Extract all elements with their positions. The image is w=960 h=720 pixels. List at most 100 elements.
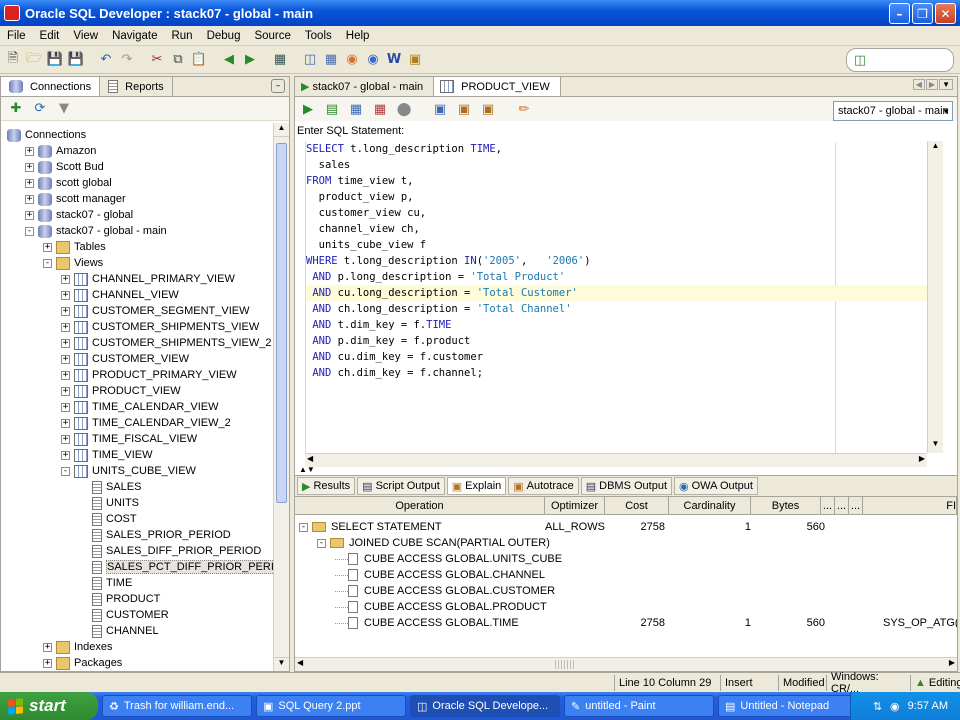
tree-node[interactable]: CUSTOMER xyxy=(79,607,169,623)
menu-file[interactable]: File xyxy=(0,30,33,42)
cancel-icon[interactable]: ⬤ xyxy=(395,100,413,118)
tree-scroll-thumb[interactable] xyxy=(276,143,287,503)
plan-row[interactable]: CUBE ACCESS GLOBAL.CHANNEL xyxy=(335,567,545,583)
taskbar-item[interactable]: ♻ Trash for william.end... xyxy=(102,695,252,717)
column-header[interactable]: Operation xyxy=(295,497,545,514)
tree-node[interactable]: PRODUCT xyxy=(79,591,160,607)
tree-node[interactable]: UNITS xyxy=(79,495,139,511)
menu-edit[interactable]: Edit xyxy=(33,30,67,42)
refresh-icon[interactable]: ⟳ xyxy=(31,100,49,118)
expand-icon[interactable]: + xyxy=(61,354,70,364)
column-header[interactable]: Bytes xyxy=(751,497,821,514)
tree-node[interactable]: + CUSTOMER_SHIPMENTS_VIEW_2 xyxy=(61,335,272,351)
menu-run[interactable]: Run xyxy=(164,30,199,42)
scroll-up-icon[interactable]: ▲ xyxy=(274,123,289,137)
commit-icon[interactable]: ▦ xyxy=(347,100,365,118)
tree-node[interactable]: + TIME_CALENDAR_VIEW xyxy=(61,399,219,415)
redo-icon[interactable]: ↷ xyxy=(118,51,136,69)
tab-product-view[interactable]: PRODUCT_VIEW xyxy=(434,77,561,96)
collapse-icon[interactable]: - xyxy=(43,258,52,268)
start-button[interactable]: start xyxy=(0,692,98,720)
tree-node[interactable]: + TIME_FISCAL_VIEW xyxy=(61,431,197,447)
expand-icon[interactable]: + xyxy=(25,210,34,220)
expand-icon[interactable]: + xyxy=(25,194,34,204)
splitter-arrows-icon[interactable]: ▲▼ xyxy=(299,465,315,474)
results-scroll-left-icon[interactable]: ◀ xyxy=(297,658,303,667)
tree-node[interactable]: + Amazon xyxy=(25,143,96,159)
report-icon[interactable]: ▣ xyxy=(406,51,424,69)
editor-hscrollbar[interactable]: ◀ ▶ xyxy=(305,453,927,467)
run-script-icon[interactable]: ▤ xyxy=(323,100,341,118)
tree-scrollbar[interactable]: ▲ ▼ xyxy=(273,123,289,671)
tab-reports[interactable]: Reports xyxy=(100,77,173,96)
save-all-icon[interactable]: 💾 xyxy=(67,51,85,69)
expand-icon[interactable]: + xyxy=(61,402,70,412)
expand-icon[interactable]: + xyxy=(61,274,70,284)
plan-row[interactable]: - JOINED CUBE SCAN(PARTIAL OUTER) xyxy=(317,535,550,551)
tree-node[interactable]: SALES_DIFF_PRIOR_PERIOD xyxy=(79,543,261,559)
search-input[interactable]: ◫ xyxy=(846,48,954,72)
menu-source[interactable]: Source xyxy=(247,30,297,42)
column-header[interactable]: Optimizer xyxy=(545,497,605,514)
plan-row[interactable]: CUBE ACCESS GLOBAL.TIME xyxy=(335,615,519,631)
tree-node[interactable]: Connections xyxy=(7,127,86,143)
tree-node[interactable]: SALES_PRIOR_PERIOD xyxy=(79,527,231,543)
expand-icon[interactable]: + xyxy=(25,146,34,156)
back-icon[interactable]: ◀ xyxy=(220,51,238,69)
editor-scroll-left-icon[interactable]: ◀ xyxy=(307,454,313,463)
plan-row[interactable]: CUBE ACCESS GLOBAL.UNITS_CUBE xyxy=(335,551,562,567)
taskbar-item[interactable]: ✎ untitled - Paint xyxy=(564,695,714,717)
tree-node[interactable]: + CHANNEL_VIEW xyxy=(61,287,179,303)
forward-icon[interactable]: ▶ xyxy=(241,51,259,69)
results-tab[interactable]: ▣ Explain xyxy=(446,477,507,495)
tray-app-icon[interactable]: ◉ xyxy=(890,700,900,713)
copy-icon[interactable]: ⧉ xyxy=(169,51,187,69)
collapse-icon[interactable]: - xyxy=(25,226,34,236)
menu-help[interactable]: Help xyxy=(339,30,377,42)
tree-node[interactable]: + scott manager xyxy=(25,191,126,207)
tree-node[interactable]: SALES_PCT_DIFF_PRIOR_PERI xyxy=(79,559,273,575)
expand-icon[interactable]: + xyxy=(61,306,70,316)
results-tab[interactable]: ▶ Results xyxy=(297,477,356,495)
expand-icon[interactable]: + xyxy=(61,322,70,332)
sql-worksheet-icon[interactable]: ▦ xyxy=(271,51,289,69)
column-header[interactable]: Cardinality xyxy=(669,497,751,514)
expand-icon[interactable]: + xyxy=(61,386,70,396)
column-header[interactable]: FI xyxy=(863,497,957,514)
browser-icon[interactable]: ◉ xyxy=(364,51,382,69)
results-tab[interactable]: ◉ OWA Output xyxy=(674,477,758,495)
tree-node[interactable]: - Views xyxy=(43,255,103,271)
tray-network-icon[interactable]: ⇅ xyxy=(873,700,882,713)
editor-scroll-right-icon[interactable]: ▶ xyxy=(919,454,925,463)
tree-node[interactable]: + Scott Bud xyxy=(25,159,104,175)
tab-connections[interactable]: Connections xyxy=(1,77,101,96)
minimize-button[interactable]: – xyxy=(889,3,910,24)
taskbar-item[interactable]: ▤ Untitled - Notepad xyxy=(718,695,868,717)
migration-icon[interactable]: ◉ xyxy=(343,51,361,69)
tab-scroll-right-icon[interactable]: ▶ xyxy=(925,79,939,90)
add-connection-icon[interactable]: ✚ xyxy=(7,100,25,118)
menu-navigate[interactable]: Navigate xyxy=(105,30,164,42)
tree-node[interactable]: + Indexes xyxy=(43,639,113,655)
tree-node[interactable]: - UNITS_CUBE_VIEW xyxy=(61,463,196,479)
tree-node[interactable]: + scott global xyxy=(25,175,112,191)
tree-node[interactable]: + CUSTOMER_VIEW xyxy=(61,351,189,367)
tree-node[interactable]: + TIME_VIEW xyxy=(61,447,153,463)
editor-scrollbar[interactable]: ▲ ▼ xyxy=(927,141,943,453)
expand-icon[interactable]: + xyxy=(61,290,70,300)
tab-list-icon[interactable]: ▼ xyxy=(939,79,953,90)
tab-scroll-left-icon[interactable]: ◀ xyxy=(912,79,925,90)
autotrace-icon[interactable]: ▣ xyxy=(479,100,497,118)
collapse-icon[interactable]: - xyxy=(299,522,308,532)
word-icon[interactable]: W xyxy=(385,51,403,69)
connection-select[interactable]: stack07 - global - main ▼ xyxy=(833,101,953,121)
results-hscrollbar[interactable]: ◀ ▶ xyxy=(295,657,957,671)
sql-history-icon[interactable]: ▣ xyxy=(431,100,449,118)
tree-node[interactable]: COST xyxy=(79,511,137,527)
expand-icon[interactable]: + xyxy=(61,338,70,348)
tree-node[interactable]: + CUSTOMER_SEGMENT_VIEW xyxy=(61,303,250,319)
clear-icon[interactable]: ✏ xyxy=(515,100,533,118)
column-header[interactable]: ... xyxy=(849,497,863,514)
panel-minimize-button[interactable]: – xyxy=(271,79,285,93)
tree-node[interactable]: + PRODUCT_PRIMARY_VIEW xyxy=(61,367,237,383)
